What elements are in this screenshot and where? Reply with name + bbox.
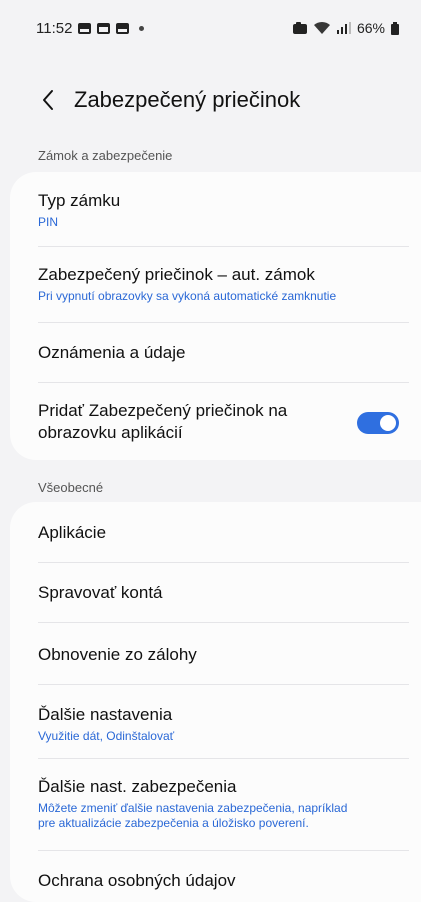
- more-settings-title: Ďalšie nastavenia: [38, 705, 173, 724]
- status-bar: 11:52 66%: [0, 0, 421, 56]
- general-card: Aplikácie Spravovať kontá Obnovenie zo z…: [10, 502, 421, 902]
- gallery-notification-icon: [78, 22, 92, 34]
- battery-icon: [391, 21, 399, 35]
- add-to-apps-screen-title-line1: Pridať Zabezpečený priečinok na: [38, 401, 288, 420]
- section-label-general: Všeobecné: [38, 480, 104, 495]
- app-header: Zabezpečený priečinok: [0, 80, 421, 120]
- status-right: 66%: [292, 20, 399, 36]
- add-to-apps-screen-item[interactable]: Pridať Zabezpečený priečinok na obrazovk…: [38, 400, 341, 444]
- lock-security-card: Typ zámku PIN Zabezpečený priečinok – au…: [10, 172, 421, 460]
- auto-lock-item[interactable]: Zabezpečený priečinok – aut. zámok Pri v…: [38, 264, 409, 304]
- status-time: 11:52: [36, 19, 73, 37]
- divider: [38, 622, 409, 623]
- divider: [38, 382, 409, 383]
- more-settings-value: Využitie dát, Odinštalovať: [38, 729, 175, 743]
- manage-accounts-title: Spravovať kontá: [38, 583, 163, 602]
- privacy-title: Ochrana osobných údajov: [38, 871, 236, 890]
- divider: [38, 850, 409, 851]
- chevron-left-icon: [43, 90, 53, 110]
- more-notifications-dot-icon: [139, 25, 145, 31]
- divider: [38, 322, 409, 323]
- add-to-apps-screen-toggle[interactable]: [357, 412, 399, 434]
- more-settings-item[interactable]: Ďalšie nastavenia Využitie dát, Odinštal…: [38, 704, 409, 744]
- restore-backup-title: Obnovenie zo zálohy: [38, 645, 197, 664]
- lock-type-item[interactable]: Typ zámku PIN: [38, 190, 409, 230]
- lock-type-title: Typ zámku: [38, 191, 121, 210]
- lock-type-value: PIN: [38, 215, 59, 229]
- page-title: Zabezpečený priečinok: [74, 87, 301, 112]
- gallery-notification-icon-2: [116, 22, 130, 34]
- notifications-data-title: Oznámenia a údaje: [38, 343, 186, 362]
- section-label-lock-security: Zámok a zabezpečenie: [38, 148, 173, 163]
- privacy-item[interactable]: Ochrana osobných údajov: [38, 870, 409, 892]
- divider: [38, 562, 409, 563]
- calendar-notification-icon: [97, 22, 111, 34]
- divider: [38, 246, 409, 247]
- auto-lock-value: Pri vypnutí obrazovky sa vykoná automati…: [38, 289, 337, 303]
- restore-backup-item[interactable]: Obnovenie zo zálohy: [38, 644, 409, 666]
- apps-item[interactable]: Aplikácie: [38, 522, 409, 544]
- signal-icon: [336, 22, 351, 34]
- notifications-data-item[interactable]: Oznámenia a údaje: [38, 342, 409, 364]
- secure-folder-status-icon: [292, 22, 307, 34]
- add-to-apps-screen-title-line2: obrazovku aplikácií: [38, 423, 183, 442]
- divider: [38, 684, 409, 685]
- status-left: 11:52: [36, 19, 145, 37]
- more-security-settings-desc-line1: Môžete zmeniť ďalšie nastavenia zabezpeč…: [38, 801, 348, 815]
- more-security-settings-title: Ďalšie nast. zabezpečenia: [38, 777, 237, 796]
- apps-title: Aplikácie: [38, 523, 107, 542]
- more-security-settings-item[interactable]: Ďalšie nast. zabezpečenia Môžete zmeniť …: [38, 776, 409, 831]
- toggle-knob: [380, 415, 396, 431]
- battery-percentage: 66%: [356, 20, 385, 36]
- more-security-settings-desc-line2: pre aktualizácie zabezpečenia a úložisko…: [38, 816, 309, 830]
- back-button[interactable]: [28, 80, 68, 120]
- divider: [38, 758, 409, 759]
- manage-accounts-item[interactable]: Spravovať kontá: [38, 582, 409, 604]
- auto-lock-title: Zabezpečený priečinok – aut. zámok: [38, 265, 315, 284]
- wifi-icon: [313, 21, 330, 34]
